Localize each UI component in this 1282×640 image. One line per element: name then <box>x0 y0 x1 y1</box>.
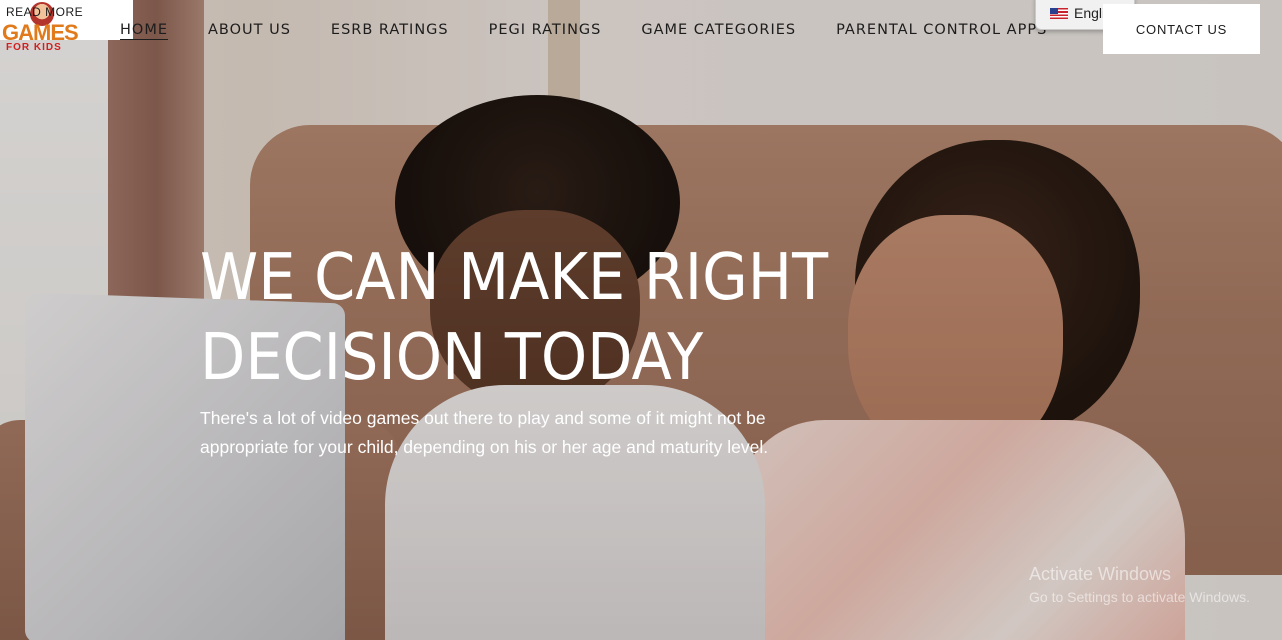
headline-line-1: WE CAN MAKE RIGHT <box>200 241 829 315</box>
activation-watermark-subtitle: Go to Settings to activate Windows. <box>1029 589 1250 605</box>
activation-watermark-title: Activate Windows <box>1029 564 1172 584</box>
hero-headline: WE CAN MAKE RIGHT DECISION TODAY <box>200 238 844 398</box>
nav-home[interactable]: HOME <box>120 22 168 38</box>
nav-esrb-ratings[interactable]: ESRB RATINGS <box>331 22 449 38</box>
main-nav: HOME ABOUT US ESRB RATINGS PEGI RATINGS … <box>100 0 1067 60</box>
nav-parental-control-apps[interactable]: PARENTAL CONTROL APPS <box>836 22 1047 38</box>
nav-pegi-ratings[interactable]: PEGI RATINGS <box>489 22 602 38</box>
nav-game-categories[interactable]: GAME CATEGORIES <box>641 22 796 38</box>
nav-about-us[interactable]: ABOUT US <box>208 22 291 38</box>
read-more-link[interactable]: READ MORE <box>6 5 83 19</box>
hero-subtext: There's a lot of video games out there t… <box>200 408 769 457</box>
contact-us-button[interactable]: CONTACT US <box>1103 4 1260 54</box>
logo-subword: FOR KIDS <box>6 42 62 53</box>
us-flag-icon <box>1050 7 1068 19</box>
headline-line-2: DECISION TODAY <box>200 321 704 395</box>
